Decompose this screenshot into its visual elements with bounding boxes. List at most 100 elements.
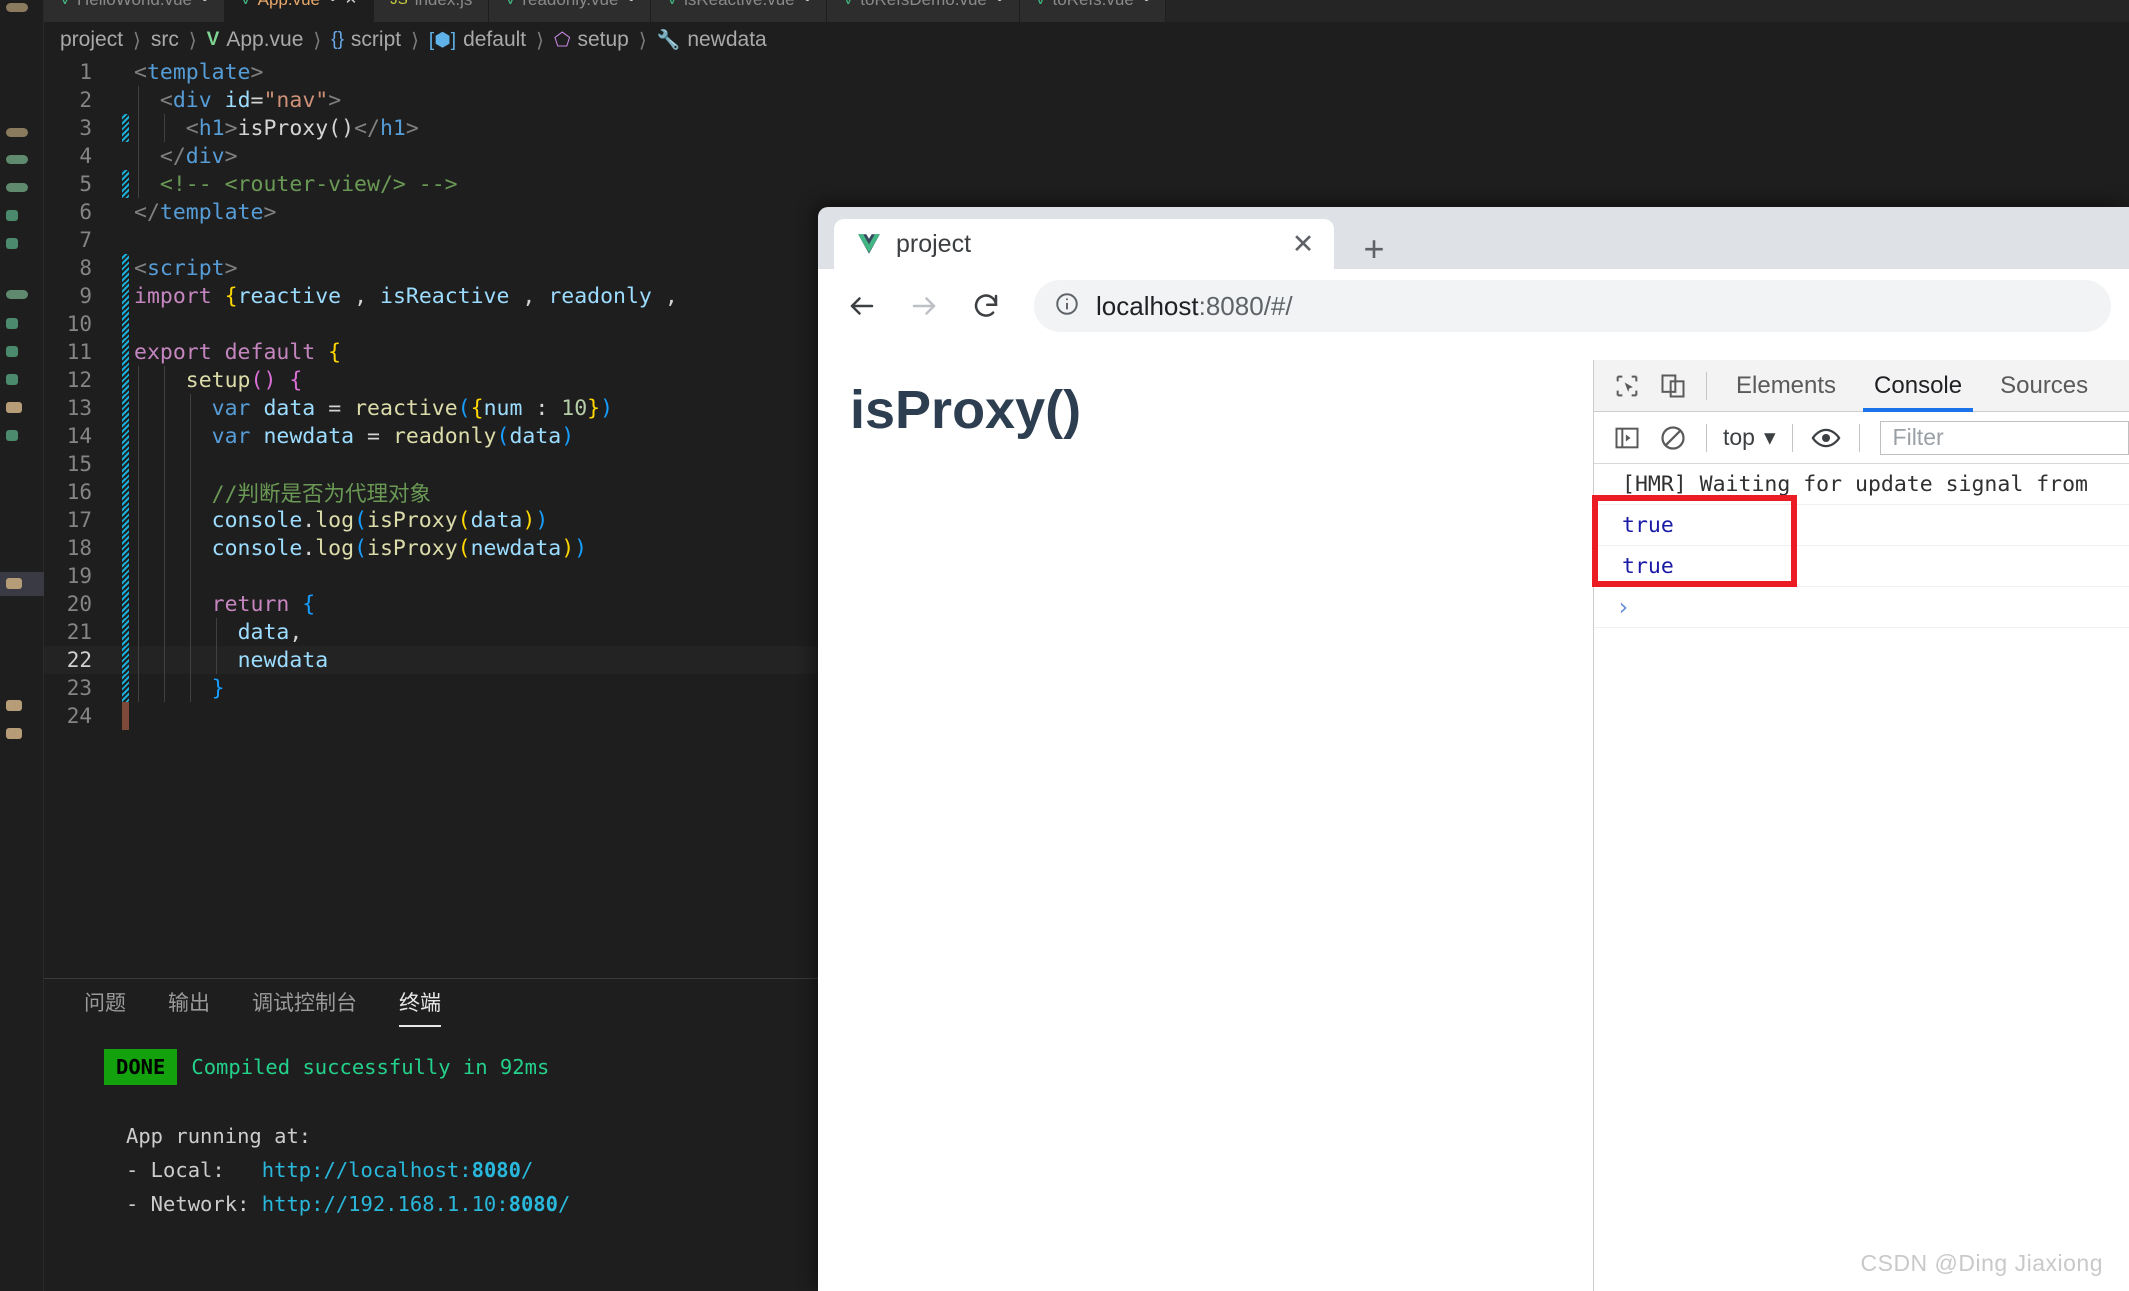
close-icon[interactable]: ✕ xyxy=(1286,227,1320,261)
sidebar-toggle-icon[interactable] xyxy=(1604,415,1650,461)
editor-tab-bar[interactable]: V HelloWorld.vue • V App.vue • ✕ JS inde… xyxy=(44,0,2129,22)
breadcrumb[interactable]: project ⟩ src ⟩ V App.vue ⟩ {} script ⟩ … xyxy=(44,22,767,58)
editor-tab-torefsdemo-vue[interactable]: V toRefsDemo.vue • xyxy=(827,0,1020,22)
breadcrumb-item-setup[interactable]: ⬠ setup xyxy=(554,28,629,52)
gutter-change-marker xyxy=(122,674,129,702)
chevron-down-icon: ▾ xyxy=(1763,424,1776,450)
local-label: - Local: xyxy=(126,1158,225,1182)
code-editor[interactable]: 1 <template> 2 <div id="nav"> 3 <h1>isPr… xyxy=(44,58,818,978)
code-line[interactable]: 21 data, xyxy=(44,618,818,646)
editor-tab-isreactive-vue[interactable]: V isReactive.vue • xyxy=(651,0,828,22)
panel-tab-problems[interactable]: 问题 xyxy=(84,987,126,1023)
code-line[interactable]: 11 export default { xyxy=(44,338,818,366)
code-line[interactable]: 15 xyxy=(44,450,818,478)
screenshot-root: V HelloWorld.vue • V App.vue • ✕ JS inde… xyxy=(0,0,2129,1291)
editor-tab-readonly-vue[interactable]: V readonly.vue • xyxy=(489,0,652,22)
compile-status-text: Compiled successfully in 92ms xyxy=(191,1055,550,1079)
tab-elements[interactable]: Elements xyxy=(1717,360,1855,412)
browser-tab-strip: project ✕ + xyxy=(818,207,2129,269)
code-line[interactable]: 9 import {reactive , isReactive , readon… xyxy=(44,282,818,310)
code-line-current[interactable]: 22 newdata xyxy=(44,646,818,674)
code-line[interactable]: 5 <!-- <router-view/> --> xyxy=(44,170,818,198)
code-line[interactable]: 24 xyxy=(44,702,818,730)
vue-icon: V xyxy=(241,0,251,7)
breadcrumb-item-src[interactable]: src xyxy=(151,28,179,52)
device-toolbar-icon[interactable] xyxy=(1650,363,1696,409)
editor-tab-app-vue[interactable]: V App.vue • ✕ xyxy=(224,0,375,22)
console-filter-input[interactable]: Filter xyxy=(1879,420,2129,455)
breadcrumb-item-default[interactable]: [⬢] default xyxy=(429,28,526,52)
breadcrumb-label: default xyxy=(463,28,527,51)
gutter-change-marker xyxy=(122,590,129,618)
tab-console[interactable]: Console xyxy=(1855,360,1981,412)
editor-tab-torefs-vue[interactable]: V toRefs.vue • xyxy=(1019,0,1167,22)
console-message-list[interactable]: [HMR] Waiting for update signal from tru… xyxy=(1592,464,2129,628)
panel-tab-output[interactable]: 输出 xyxy=(168,987,210,1023)
tab-sources[interactable]: Sources xyxy=(1981,360,2107,412)
browser-tab[interactable]: project ✕ xyxy=(834,219,1334,269)
breadcrumb-separator: ⟩ xyxy=(188,29,197,52)
code-line[interactable]: 16 //判断是否为代理对象 xyxy=(44,478,818,507)
panel-tab-bar[interactable]: 问题 输出 调试控制台 终端 xyxy=(44,979,818,1031)
devtools-panel: Elements Console Sources top ▾ Filter [H… xyxy=(1592,360,2129,1291)
reload-button[interactable] xyxy=(960,280,1012,332)
code-line[interactable]: 19 xyxy=(44,562,818,590)
editor-tab-helloworld[interactable]: V HelloWorld.vue • xyxy=(44,0,225,22)
code-line[interactable]: 10 xyxy=(44,310,818,338)
breadcrumb-separator: ⟩ xyxy=(411,29,419,52)
code-line[interactable]: 23 } xyxy=(44,674,818,702)
address-bar[interactable]: localhost:8080/#/ xyxy=(1034,280,2111,332)
line-number: 16 xyxy=(66,480,92,504)
line-number: 8 xyxy=(79,256,92,280)
console-message[interactable]: true xyxy=(1594,505,2129,546)
code-line[interactable]: 14 var newdata = readonly(data) xyxy=(44,422,818,450)
code-line[interactable]: 2 <div id="nav"> xyxy=(44,86,818,114)
code-line[interactable]: 13 var data = reactive({num : 10}) xyxy=(44,394,818,422)
line-number: 22 xyxy=(66,648,92,672)
editor-tab-label: isReactive.vue xyxy=(684,0,795,8)
vue-icon: V xyxy=(206,29,220,50)
editor-minimap-strip[interactable] xyxy=(0,0,44,1291)
code-line[interactable]: 18 console.log(isProxy(newdata)) xyxy=(44,534,818,562)
back-button[interactable] xyxy=(836,280,888,332)
info-icon[interactable] xyxy=(1054,291,1080,322)
breadcrumb-item-app-vue[interactable]: V App.vue xyxy=(207,28,304,52)
code-line[interactable]: 4 </div> xyxy=(44,142,818,170)
watermark: CSDN @Ding Jiaxiong xyxy=(1860,1250,2103,1276)
execution-context-selector[interactable]: top ▾ xyxy=(1717,424,1782,451)
modified-indicator: • xyxy=(805,0,811,8)
line-number: 5 xyxy=(79,172,92,196)
breadcrumb-item-script[interactable]: {} script xyxy=(331,28,401,52)
devtools-tab-bar[interactable]: Elements Console Sources xyxy=(1594,360,2129,412)
code-line[interactable]: 17 console.log(isProxy(data)) xyxy=(44,506,818,534)
breadcrumb-item-project[interactable]: project xyxy=(60,28,123,52)
line-number: 14 xyxy=(66,424,92,448)
code-line[interactable]: 7 xyxy=(44,226,818,254)
line-number: 2 xyxy=(79,88,92,112)
panel-tab-debug-console[interactable]: 调试控制台 xyxy=(252,987,357,1023)
cube-icon: ⬠ xyxy=(553,29,571,51)
breadcrumb-item-newdata[interactable]: 🔧 newdata xyxy=(657,28,767,52)
editor-tab-index-js[interactable]: JS index.js xyxy=(374,0,490,22)
panel-tab-terminal[interactable]: 终端 xyxy=(399,987,441,1027)
console-message[interactable]: true xyxy=(1594,546,2129,587)
inspect-element-icon[interactable] xyxy=(1604,363,1650,409)
forward-button[interactable] xyxy=(898,280,950,332)
new-tab-button[interactable]: + xyxy=(1352,227,1396,271)
gutter-change-marker xyxy=(122,422,129,450)
live-expression-eye-icon[interactable] xyxy=(1803,415,1849,461)
local-url[interactable]: http://localhost:8080/ xyxy=(262,1158,534,1182)
code-line[interactable]: 8 <script> xyxy=(44,254,818,282)
code-line[interactable]: 20 return { xyxy=(44,590,818,618)
terminal-output[interactable]: DONE Compiled successfully in 92ms App ru… xyxy=(44,1031,818,1221)
network-url[interactable]: http://192.168.1.10:8080/ xyxy=(262,1192,571,1216)
code-line[interactable]: 6 </template> xyxy=(44,198,818,226)
close-icon[interactable]: ✕ xyxy=(345,0,358,7)
code-line[interactable]: 12 setup() { xyxy=(44,366,818,394)
code-line[interactable]: 3 <h1>isProxy()</h1> xyxy=(44,114,818,142)
url-text: localhost:8080/#/ xyxy=(1096,290,1293,321)
clear-console-icon[interactable] xyxy=(1650,415,1696,461)
code-line[interactable]: 1 <template> xyxy=(44,58,818,86)
console-prompt[interactable]: › xyxy=(1594,587,2129,628)
console-message[interactable]: [HMR] Waiting for update signal from xyxy=(1594,464,2129,505)
